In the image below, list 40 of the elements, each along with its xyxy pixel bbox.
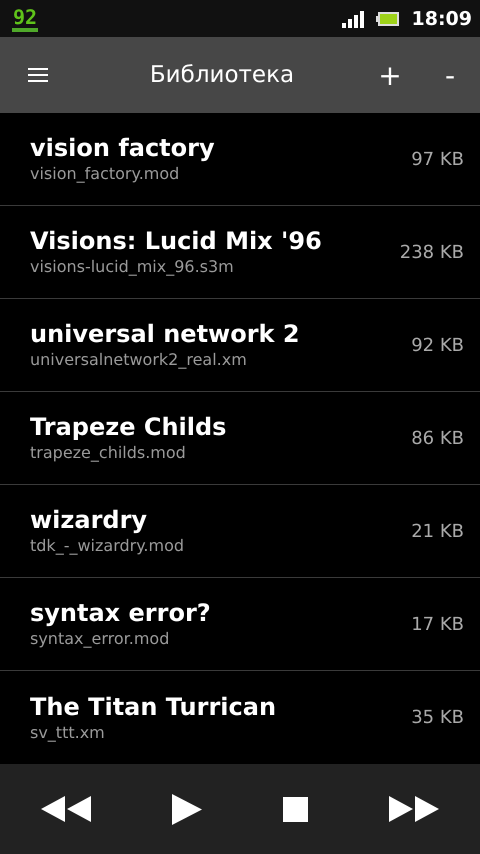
song-title: Visions: Lucid Mix '96 <box>30 226 323 256</box>
file-size: 238 KB <box>400 242 464 262</box>
fast-forward-icon <box>389 796 440 822</box>
file-name: vision_factory.mod <box>30 163 180 185</box>
screen-title: Библиотека <box>148 62 296 88</box>
file-list-item[interactable]: Trapeze Childs trapeze_childs.mod 86 KB <box>0 392 480 485</box>
file-list-item[interactable]: The Titan Turrican sv_ttt.xm 35 KB <box>0 671 480 764</box>
clock-time: 18:09 <box>412 8 472 30</box>
signal-icon <box>342 10 364 28</box>
song-title: universal network 2 <box>30 319 301 349</box>
file-size: 97 KB <box>411 148 464 170</box>
add-button[interactable]: + <box>360 58 420 92</box>
file-name: visions-lucid_mix_96.s3m <box>30 256 235 278</box>
menu-icon <box>28 68 48 82</box>
battery-icon <box>376 10 400 26</box>
file-list-item[interactable]: universal network 2 universalnetwork2_real.xm 92 KB <box>0 299 480 392</box>
file-size: 86 KB <box>411 428 464 448</box>
file-list-item[interactable]: Visions: Lucid Mix '96 visions-lucid_mix_96.s3m 238 KB <box>0 206 480 299</box>
rewind-icon <box>40 796 91 822</box>
remove-button[interactable]: - <box>420 58 480 92</box>
file-name: universalnetwork2_real.xm <box>30 349 248 371</box>
file-name: syntax_error.mod <box>30 628 170 650</box>
file-size: 35 KB <box>411 707 464 728</box>
song-title: Trapeze Childs <box>30 412 228 442</box>
file-list-item[interactable]: wizardry tdk_-_wizardry.mod 21 KB <box>0 485 480 578</box>
file-size: 17 KB <box>411 614 464 634</box>
file-list-item[interactable]: vision factory vision_factory.mod 97 KB <box>0 113 480 206</box>
notification-counter: 92 <box>12 6 38 32</box>
song-title: wizardry <box>30 505 148 535</box>
song-title: The Titan Turrican <box>30 692 278 722</box>
play-icon <box>172 794 202 824</box>
file-list-item[interactable]: syntax error? syntax_error.mod 17 KB <box>0 578 480 671</box>
song-title: syntax error? <box>30 598 212 628</box>
file-size: 21 KB <box>411 520 464 542</box>
file-name: sv_ttt.xm <box>30 722 106 744</box>
stop-icon <box>283 796 308 822</box>
song-title: vision factory <box>30 133 216 163</box>
file-name: trapeze_childs.mod <box>30 442 187 464</box>
file-size: 92 KB <box>411 334 464 356</box>
file-name: tdk_-_wizardry.mod <box>30 535 186 557</box>
